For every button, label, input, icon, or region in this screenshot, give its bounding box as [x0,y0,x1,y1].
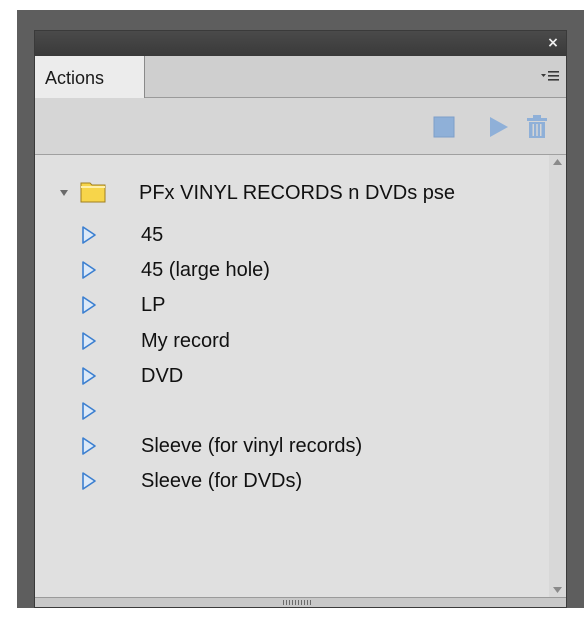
actions-toolbar [35,98,566,155]
action-item[interactable]: My record [35,323,545,359]
action-label: LP [141,294,166,316]
resize-grip-icon[interactable] [283,600,313,605]
action-item[interactable]: Sleeve (for vinyl records) [35,428,545,464]
play-icon[interactable] [485,114,511,140]
tab-bar: Actions [35,56,566,98]
play-icon[interactable] [81,225,97,245]
play-icon[interactable] [81,401,97,421]
action-item[interactable]: 45 (large hole) [35,252,545,288]
stop-icon[interactable] [431,114,457,140]
play-icon[interactable] [81,471,97,491]
folder-icon [80,182,106,203]
disclosure-triangle-icon[interactable] [59,188,69,198]
actions-panel: × Actions PFx VINYL RECORDS n DVDs pse 4… [34,30,567,608]
trash-icon[interactable] [524,114,550,140]
play-icon[interactable] [81,295,97,315]
tab-actions[interactable]: Actions [35,56,145,98]
action-item[interactable] [35,393,545,429]
folder-row[interactable]: PFx VINYL RECORDS n DVDs pse [35,175,545,211]
panel-titlebar[interactable]: × [35,31,566,56]
action-label: My record [141,330,230,352]
action-item[interactable]: Sleeve (for DVDs) [35,463,545,499]
play-icon[interactable] [81,366,97,386]
action-label: Sleeve (for vinyl records) [141,435,363,457]
close-icon[interactable]: × [545,34,561,52]
resize-bar[interactable] [35,597,566,607]
action-label: DVD [141,365,184,387]
folder-label: PFx VINYL RECORDS n DVDs pse [139,182,456,204]
vertical-scrollbar[interactable] [549,155,566,597]
play-icon[interactable] [81,436,97,456]
panel-menu-icon[interactable] [540,68,560,84]
tab-actions-label: Actions [45,68,105,88]
action-item[interactable]: 45 [35,217,545,253]
actions-list: PFx VINYL RECORDS n DVDs pse 45 45 (larg… [35,155,566,597]
play-icon[interactable] [81,331,97,351]
scroll-down-icon[interactable] [553,587,562,593]
action-item[interactable]: LP [35,287,545,323]
scroll-up-icon[interactable] [553,159,562,165]
action-label: 45 [141,224,164,246]
action-label: Sleeve (for DVDs) [141,470,303,492]
action-item[interactable]: DVD [35,358,545,394]
play-icon[interactable] [81,260,97,280]
action-label: 45 (large hole) [141,259,270,281]
